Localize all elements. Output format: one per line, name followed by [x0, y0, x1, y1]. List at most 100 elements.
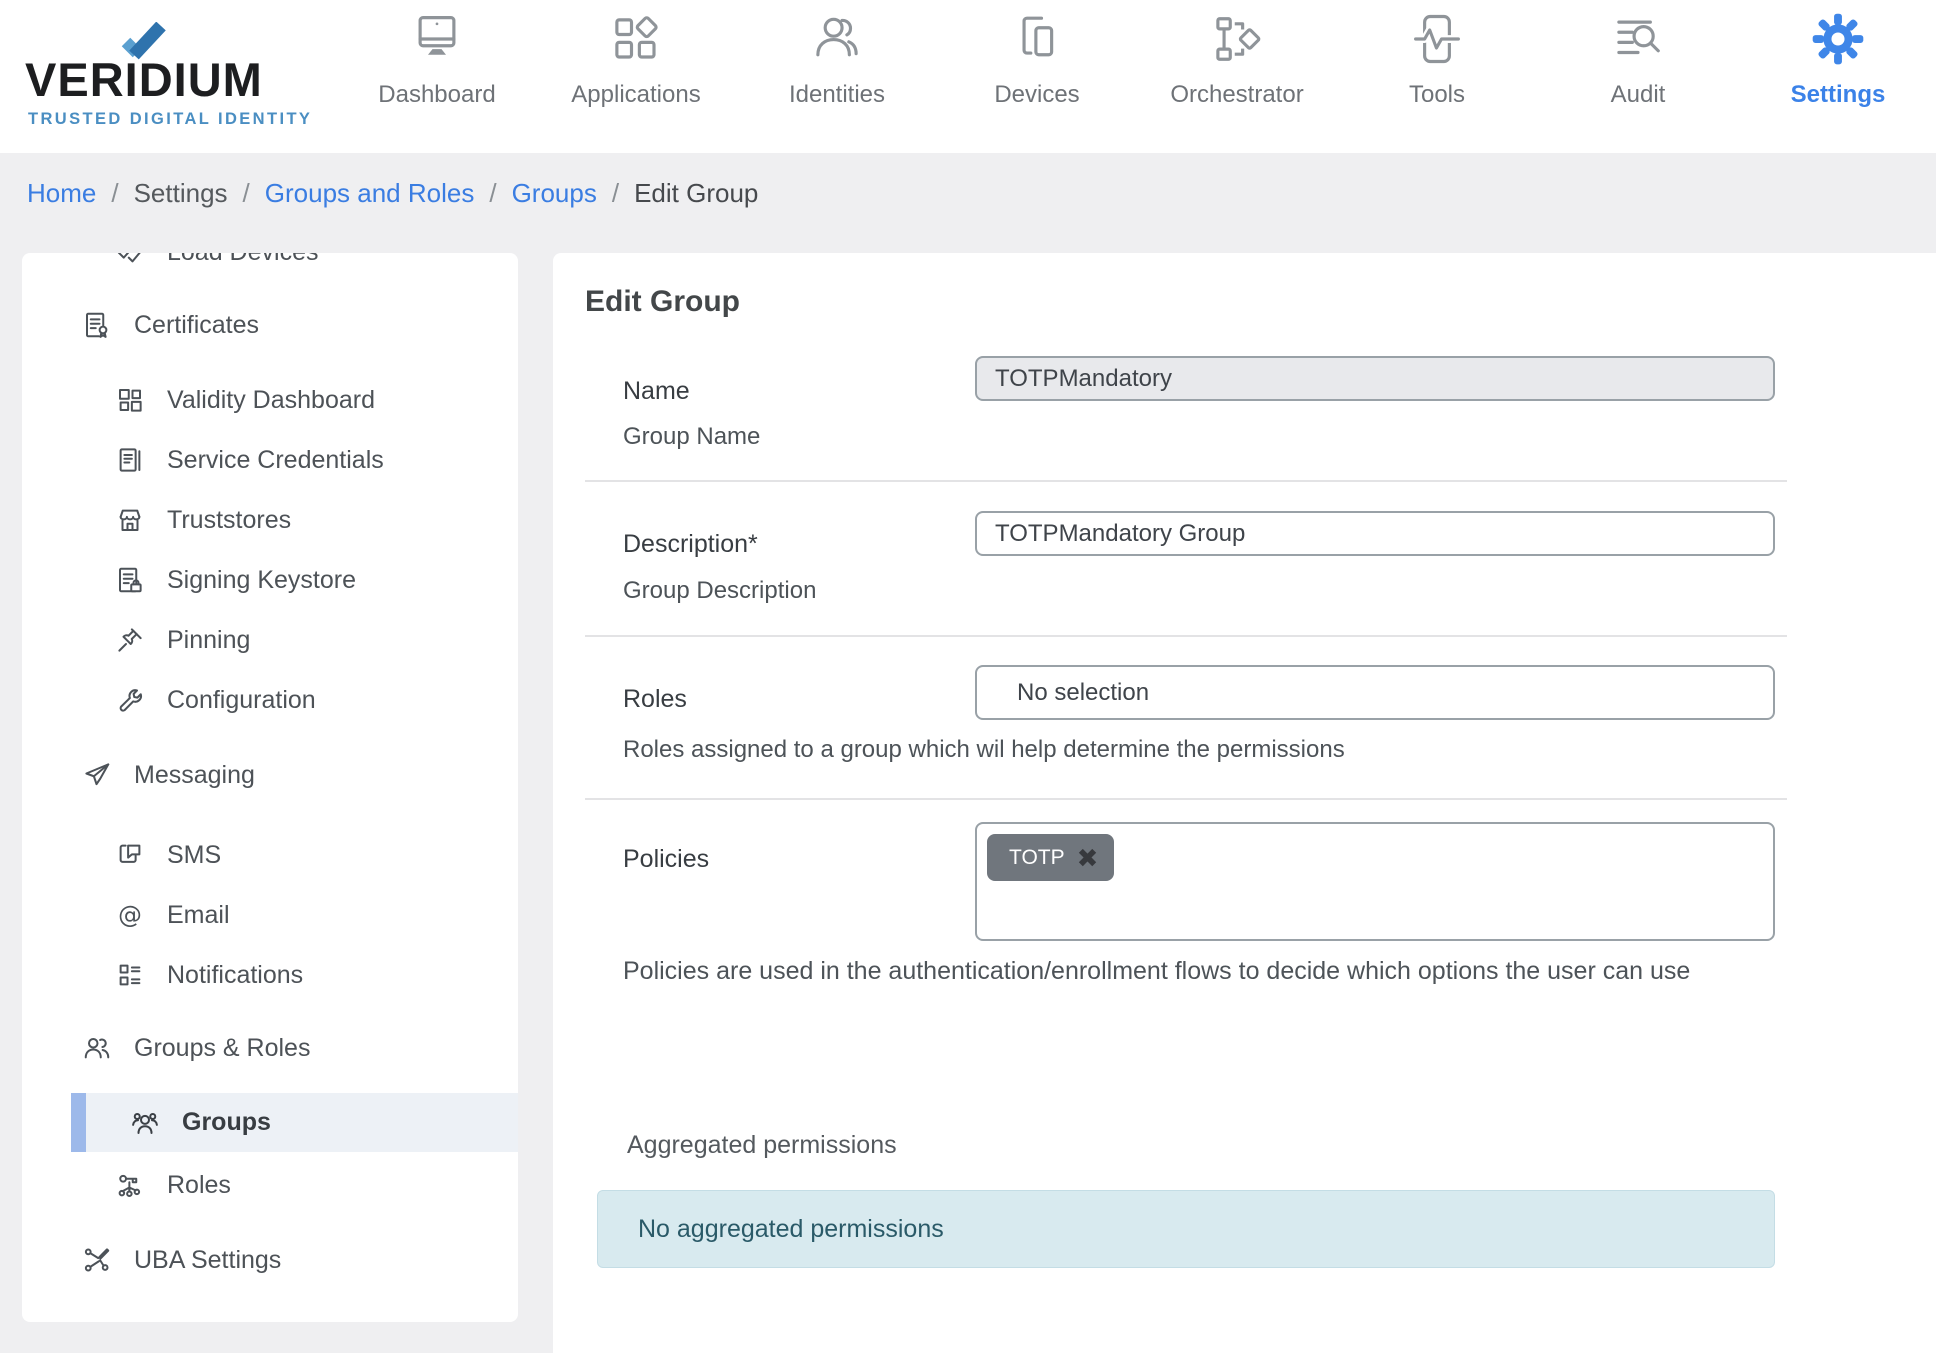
divider: [585, 635, 1787, 637]
sidebar-item-load-devices[interactable]: Load Devices: [22, 253, 518, 277]
nav-label: Dashboard: [337, 81, 537, 109]
sidebar-item-groups[interactable]: Groups: [71, 1093, 518, 1152]
validity-dashboard-icon: [115, 385, 145, 415]
identities-icon: [810, 12, 864, 66]
name-helper: Group Name: [623, 423, 760, 451]
policy-chip-label: TOTP: [1009, 846, 1065, 870]
messaging-icon: [82, 760, 112, 790]
truststores-icon: [115, 505, 145, 535]
breadcrumb-separator: /: [243, 178, 250, 209]
name-label: Name: [623, 377, 690, 406]
nav-label: Identities: [737, 81, 937, 109]
sidebar-item-email[interactable]: @ Email: [22, 890, 518, 940]
breadcrumb-groups[interactable]: Groups: [512, 178, 597, 209]
aggregated-permissions-message: No aggregated permissions: [638, 1215, 944, 1244]
notifications-icon: [115, 960, 145, 990]
sidebar-item-label: Messaging: [134, 761, 255, 790]
settings-icon: [1811, 12, 1865, 66]
nav-label: Applications: [536, 81, 736, 109]
sidebar-item-label: Validity Dashboard: [167, 386, 375, 415]
aggregated-permissions-label: Aggregated permissions: [627, 1131, 897, 1160]
configuration-icon: [115, 685, 145, 715]
audit-icon: [1611, 12, 1665, 66]
sidebar-item-roles[interactable]: Roles: [22, 1160, 518, 1210]
breadcrumb-current: Edit Group: [634, 178, 758, 209]
app-header: VERIDIUM TRUSTED DIGITAL IDENTITY Dashbo…: [0, 0, 1936, 153]
roles-select-value: No selection: [1017, 679, 1149, 707]
sidebar-item-configuration[interactable]: Configuration: [22, 675, 518, 725]
roles-icon: [115, 1170, 145, 1200]
applications-icon: [609, 12, 663, 66]
orchestrator-icon: [1210, 12, 1264, 66]
breadcrumb-separator: /: [111, 178, 118, 209]
veridium-logo[interactable]: VERIDIUM TRUSTED DIGITAL IDENTITY: [25, 20, 325, 135]
nav-label: Devices: [937, 81, 1137, 109]
roles-helper: Roles assigned to a group which wil help…: [623, 736, 1345, 764]
sidebar-item-messaging[interactable]: Messaging: [22, 750, 518, 800]
policies-helper: Policies are used in the authentication/…: [623, 948, 1783, 995]
logo-tagline: TRUSTED DIGITAL IDENTITY: [28, 110, 312, 129]
sidebar-item-label: Service Credentials: [167, 446, 384, 475]
sms-icon: [115, 840, 145, 870]
svg-text:@: @: [118, 901, 142, 929]
nav-item-identities[interactable]: Identities: [737, 12, 937, 109]
name-input[interactable]: [975, 356, 1775, 401]
remove-policy-icon[interactable]: ✖: [1077, 845, 1099, 871]
pinning-icon: [115, 625, 145, 655]
service-credentials-icon: [115, 445, 145, 475]
load-devices-icon: [115, 253, 145, 267]
sidebar-item-service-credentials[interactable]: Service Credentials: [22, 435, 518, 485]
sidebar-item-signing-keystore[interactable]: Signing Keystore: [22, 555, 518, 605]
sidebar-item-validity-dashboard[interactable]: Validity Dashboard: [22, 375, 518, 425]
breadcrumb-home[interactable]: Home: [27, 178, 96, 209]
uba-settings-icon: [82, 1245, 112, 1275]
groups-icon: [130, 1108, 160, 1138]
settings-sidebar: Load Devices Certificates Validity Dashb…: [22, 253, 518, 1322]
description-input[interactable]: [975, 511, 1775, 556]
groups-roles-icon: [82, 1033, 112, 1063]
sidebar-item-label: Groups & Roles: [134, 1034, 310, 1063]
sidebar-item-label: Notifications: [167, 961, 303, 990]
email-icon: @: [115, 900, 145, 930]
sidebar-item-label: Signing Keystore: [167, 566, 356, 595]
sidebar-item-uba-settings[interactable]: UBA Settings: [22, 1235, 518, 1285]
sidebar-item-label: Pinning: [167, 626, 250, 655]
breadcrumb-settings: Settings: [134, 178, 228, 209]
nav-label: Settings: [1738, 81, 1936, 109]
sidebar-item-label: Groups: [182, 1108, 271, 1137]
nav-label: Tools: [1337, 81, 1537, 109]
description-helper: Group Description: [623, 577, 816, 605]
divider: [585, 480, 1787, 482]
description-label: Description*: [623, 530, 758, 559]
devices-icon: [1010, 12, 1064, 66]
breadcrumb: Home / Settings / Groups and Roles / Gro…: [27, 178, 758, 209]
breadcrumb-separator: /: [612, 178, 619, 209]
divider: [585, 798, 1787, 800]
sidebar-item-label: Configuration: [167, 686, 316, 715]
nav-item-applications[interactable]: Applications: [536, 12, 736, 109]
nav-item-tools[interactable]: Tools: [1337, 12, 1537, 109]
dashboard-icon: [410, 12, 464, 66]
sidebar-item-pinning[interactable]: Pinning: [22, 615, 518, 665]
sidebar-item-label: Roles: [167, 1171, 231, 1200]
nav-item-audit[interactable]: Audit: [1538, 12, 1738, 109]
policy-chip: TOTP ✖: [987, 834, 1114, 881]
roles-select[interactable]: No selection: [975, 665, 1775, 720]
nav-item-dashboard[interactable]: Dashboard: [337, 12, 537, 109]
sidebar-item-truststores[interactable]: Truststores: [22, 495, 518, 545]
sidebar-item-sms[interactable]: SMS: [22, 830, 518, 880]
sidebar-item-certificates[interactable]: Certificates: [22, 300, 518, 350]
nav-label: Audit: [1538, 81, 1738, 109]
nav-item-settings[interactable]: Settings: [1738, 12, 1936, 109]
policies-select[interactable]: TOTP ✖: [975, 822, 1775, 941]
edit-group-panel: Edit Group Name Group Name Description* …: [553, 253, 1936, 1353]
breadcrumb-groups-and-roles[interactable]: Groups and Roles: [265, 178, 475, 209]
breadcrumb-separator: /: [489, 178, 496, 209]
nav-label: Orchestrator: [1137, 81, 1337, 109]
sidebar-item-label: Certificates: [134, 311, 259, 340]
sidebar-item-groups-and-roles[interactable]: Groups & Roles: [22, 1023, 518, 1073]
sidebar-item-notifications[interactable]: Notifications: [22, 950, 518, 1000]
nav-item-orchestrator[interactable]: Orchestrator: [1137, 12, 1337, 109]
nav-item-devices[interactable]: Devices: [937, 12, 1137, 109]
logo-wordmark: VERIDIUM: [25, 52, 263, 107]
